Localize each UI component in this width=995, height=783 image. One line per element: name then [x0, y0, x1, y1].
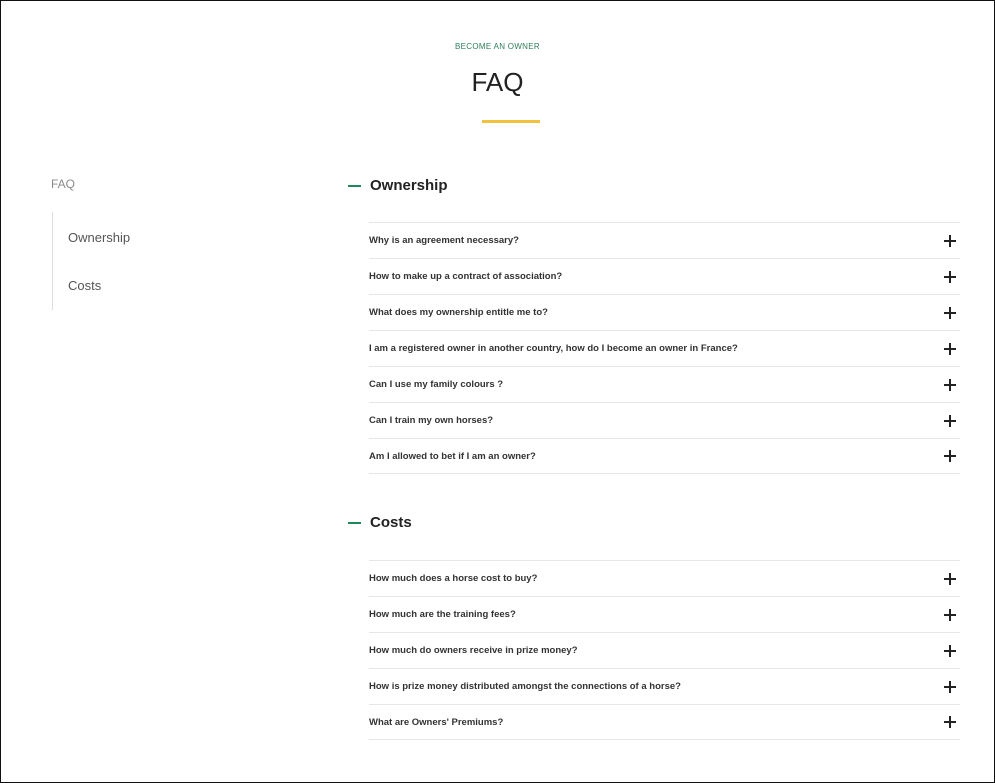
plus-icon[interactable]	[942, 341, 958, 357]
plus-icon[interactable]	[942, 269, 958, 285]
faq-item[interactable]: Am I allowed to bet if I am an owner?	[369, 438, 960, 474]
sidebar-nav: Ownership Costs	[52, 212, 193, 310]
page-title: FAQ	[471, 67, 524, 97]
plus-icon[interactable]	[942, 571, 958, 587]
plus-icon[interactable]	[942, 679, 958, 695]
faq-question: Why is an agreement necessary?	[369, 235, 519, 246]
section-title: Ownership	[370, 177, 448, 194]
faq-item[interactable]: How is prize money distributed amongst t…	[369, 668, 960, 704]
page-eyebrow: BECOME AN OWNER	[455, 42, 540, 51]
faq-item[interactable]: What are Owners' Premiums?	[369, 704, 960, 740]
faq-question: How much are the training fees?	[369, 609, 516, 620]
sidebar-item-costs[interactable]: Costs	[68, 278, 101, 293]
faq-question: What are Owners' Premiums?	[369, 716, 504, 728]
faq-item[interactable]: What does my ownership entitle me to?	[369, 294, 960, 330]
faq-item[interactable]: How much does a horse cost to buy?	[369, 560, 960, 596]
plus-icon[interactable]	[942, 607, 958, 623]
section-header-costs[interactable]: Costs	[348, 514, 412, 531]
minus-icon[interactable]	[348, 184, 361, 187]
faq-item[interactable]: How to make up a contract of association…	[369, 258, 960, 294]
faq-question: I am a registered owner in another count…	[369, 343, 738, 354]
section-title: Costs	[370, 514, 412, 531]
faq-question: Am I allowed to bet if I am an owner?	[369, 450, 536, 462]
plus-icon[interactable]	[942, 643, 958, 659]
plus-icon[interactable]	[942, 377, 958, 393]
plus-icon[interactable]	[942, 233, 958, 249]
faq-question: How to make up a contract of association…	[369, 271, 563, 282]
title-underline	[482, 120, 540, 123]
faq-question: How is prize money distributed amongst t…	[369, 681, 681, 692]
faq-question: How much does a horse cost to buy?	[369, 573, 538, 584]
faq-question: What does my ownership entitle me to?	[369, 307, 548, 318]
plus-icon[interactable]	[942, 448, 958, 464]
sidebar-title: FAQ	[51, 177, 76, 191]
faq-list-costs: How much does a horse cost to buy? How m…	[369, 560, 960, 740]
faq-question: How much do owners receive in prize mone…	[369, 645, 578, 656]
section-header-ownership[interactable]: Ownership	[348, 177, 448, 194]
page-frame: BECOME AN OWNER FAQ FAQ Ownership Costs …	[0, 0, 995, 783]
faq-question: Can I use my family colours ?	[369, 379, 504, 390]
plus-icon[interactable]	[942, 714, 958, 730]
plus-icon[interactable]	[942, 413, 958, 429]
faq-item[interactable]: How much do owners receive in prize mone…	[369, 632, 960, 668]
faq-item[interactable]: How much are the training fees?	[369, 596, 960, 632]
minus-icon[interactable]	[348, 521, 361, 524]
faq-list-ownership: Why is an agreement necessary? How to ma…	[369, 222, 960, 474]
faq-item[interactable]: I am a registered owner in another count…	[369, 330, 960, 366]
faq-item[interactable]: Can I use my family colours ?	[369, 366, 960, 402]
plus-icon[interactable]	[942, 305, 958, 321]
faq-item[interactable]: Why is an agreement necessary?	[369, 222, 960, 258]
faq-question: Can I train my own horses?	[369, 415, 494, 426]
sidebar-item-ownership[interactable]: Ownership	[68, 230, 130, 245]
faq-item[interactable]: Can I train my own horses?	[369, 402, 960, 438]
